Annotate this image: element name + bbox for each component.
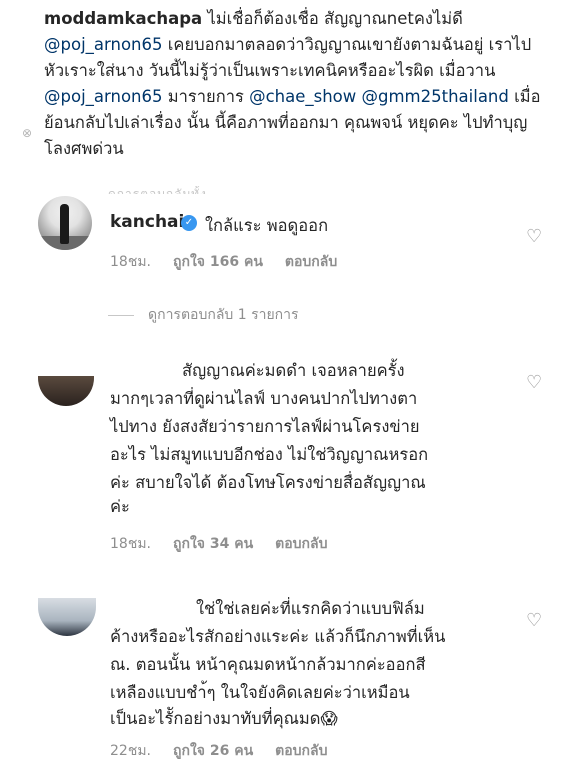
reply-text: ใกล้แระ พอดูออก xyxy=(205,216,329,235)
timestamp: 18ชม. xyxy=(110,254,151,270)
comment-line: ณ. ตอนนั้น หน้าคุณมดหน้ากล้วมากค่ะออกสี xyxy=(110,655,426,674)
comment-line: ค้างหรืออะไรสักอย่างแระค่ะ แล้วก็นึกภาพท… xyxy=(110,627,446,646)
comment-line: ค่ะ สบายใจได้ ต้องโทษโครงข่ายสื่อสัญญาณ xyxy=(110,473,426,492)
reply-button[interactable]: ตอบกลับ xyxy=(285,254,337,270)
timestamp: 18ชม. xyxy=(110,536,151,552)
post-caption: moddamkachapa ไม่เชื่อก็ต้องเชื่อ สัญญาณ… xyxy=(44,6,550,162)
comment-line: เป็นอะไรัักอย่างมาทับที่คุณมด😱 xyxy=(110,709,338,728)
reply-button[interactable]: ตอบกลับ xyxy=(275,743,327,759)
verified-badge-icon: ✓ xyxy=(181,215,197,231)
likes-count[interactable]: ถูกใจ 166 คน xyxy=(173,254,263,270)
close-icon[interactable]: ⊗ xyxy=(22,126,32,140)
comment-line: อะไร ไม่สมูทแบบอีกช่อง ไม่ใช่วิญญาณหรอก xyxy=(110,445,429,464)
faded-text: ดูการตอบกลับทั้ง xyxy=(108,187,207,194)
comment-line: สัญญาณค่ะมดดำ เจอหลายครั้ง xyxy=(182,361,405,380)
avatar[interactable] xyxy=(38,196,92,250)
comment-meta: 18ชม. ถูกใจ 34 คน ตอบกลับ xyxy=(110,533,350,555)
mention-poj-arnon65-2[interactable]: @poj_arnon65 xyxy=(44,87,163,106)
reply-username[interactable]: kanchai xyxy=(110,212,184,232)
divider xyxy=(108,314,134,316)
comment-line: เหลืองแบบชำ้ๆ ในใจยังคิดเลยค่ะว่าเหมือน xyxy=(110,683,410,702)
caption-text-3: มารายการ xyxy=(162,87,250,106)
avatar[interactable] xyxy=(38,376,94,406)
reply-button[interactable]: ตอบกลับ xyxy=(275,536,327,552)
avatar-figure xyxy=(60,204,69,244)
caption-username[interactable]: moddamkachapa xyxy=(44,9,202,28)
comment-meta: 22ชม. ถูกใจ 26 คน ตอบกลับ xyxy=(110,740,350,762)
timestamp: 22ชม. xyxy=(110,743,151,759)
comment-line: ไปทาง ยังสงสัยว่ารายการไลฟ์ผ่านโครงข่าย xyxy=(110,417,420,436)
heart-icon[interactable]: ♡ xyxy=(526,610,542,631)
comment-line: ค่ะ xyxy=(110,497,130,516)
heart-icon[interactable]: ♡ xyxy=(526,372,542,393)
mention-chae-show[interactable]: @chae_show xyxy=(249,87,356,106)
caption-text-1: ไม่เชื่อก็ต้องเชื่อ สัญญาณnetคงไม่ดี xyxy=(202,9,463,28)
likes-count[interactable]: ถูกใจ 34 คน xyxy=(173,536,253,552)
mention-poj-arnon65[interactable]: @poj_arnon65 xyxy=(44,35,163,54)
view-replies-button[interactable]: ดูการตอบกลับ 1 รายการ xyxy=(108,304,299,326)
comment-line: มากๆเวลาที่ดูผ่านไลฟ์ บางคนปากไปทางตา xyxy=(110,389,418,408)
comment-line: ใช่ใช่เลยค่ะที่แรกคิดว่าแบบฟิล์ม xyxy=(196,599,425,618)
view-replies-label: ดูการตอบกลับ 1 รายการ xyxy=(148,307,299,323)
heart-icon[interactable]: ♡ xyxy=(526,226,542,247)
avatar[interactable] xyxy=(38,598,96,636)
mention-gmm25thailand[interactable]: @gmm25thailand xyxy=(362,87,509,106)
likes-count[interactable]: ถูกใจ 26 คน xyxy=(173,743,253,759)
reply-meta: 18ชม. ถูกใจ 166 คน ตอบกลับ xyxy=(110,251,359,273)
